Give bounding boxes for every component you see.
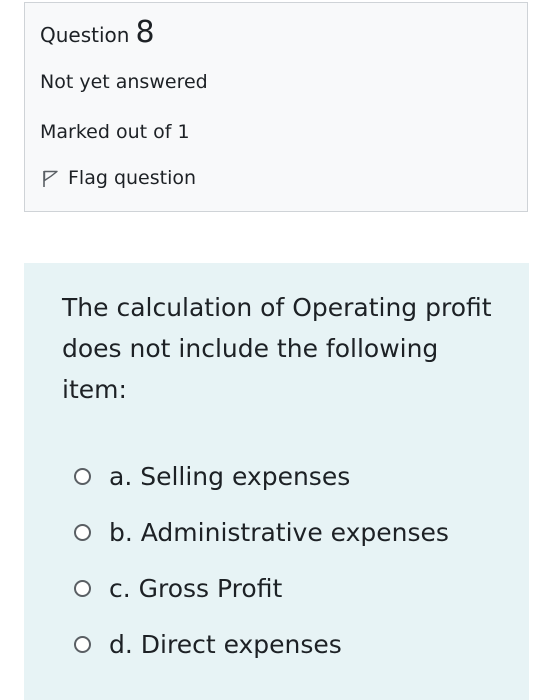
question-number: 8	[135, 15, 155, 50]
answer-option-c[interactable]: c. Gross Profit	[74, 560, 449, 616]
radio-button[interactable]	[74, 467, 91, 485]
question-label: Question	[40, 23, 130, 47]
answer-option-b[interactable]: b. Administrative expenses	[74, 504, 449, 560]
answer-label: a. Selling expenses	[109, 461, 351, 491]
answer-options: a. Selling expenses b. Administrative ex…	[74, 448, 449, 672]
answer-label: b. Administrative expenses	[109, 517, 449, 547]
answer-option-d[interactable]: d. Direct expenses	[74, 616, 449, 672]
answer-label: c. Gross Profit	[109, 573, 283, 603]
question-formulation: The calculation of Operating profit does…	[24, 263, 529, 700]
question-text: The calculation of Operating profit does…	[62, 293, 492, 404]
question-grade: Marked out of 1	[40, 121, 190, 143]
radio-button[interactable]	[74, 635, 91, 653]
flag-icon	[43, 170, 58, 187]
question-heading: Question 8	[40, 15, 155, 50]
answer-option-a[interactable]: a. Selling expenses	[74, 448, 449, 504]
radio-button[interactable]	[74, 579, 91, 597]
flag-question-label: Flag question	[68, 167, 197, 189]
flag-question-link[interactable]: Flag question	[40, 167, 196, 189]
question-info-panel: Question 8 Not yet answered Marked out of…	[24, 2, 528, 212]
answer-label: d. Direct expenses	[109, 629, 342, 659]
question-state: Not yet answered	[40, 71, 208, 93]
radio-button[interactable]	[74, 523, 91, 541]
